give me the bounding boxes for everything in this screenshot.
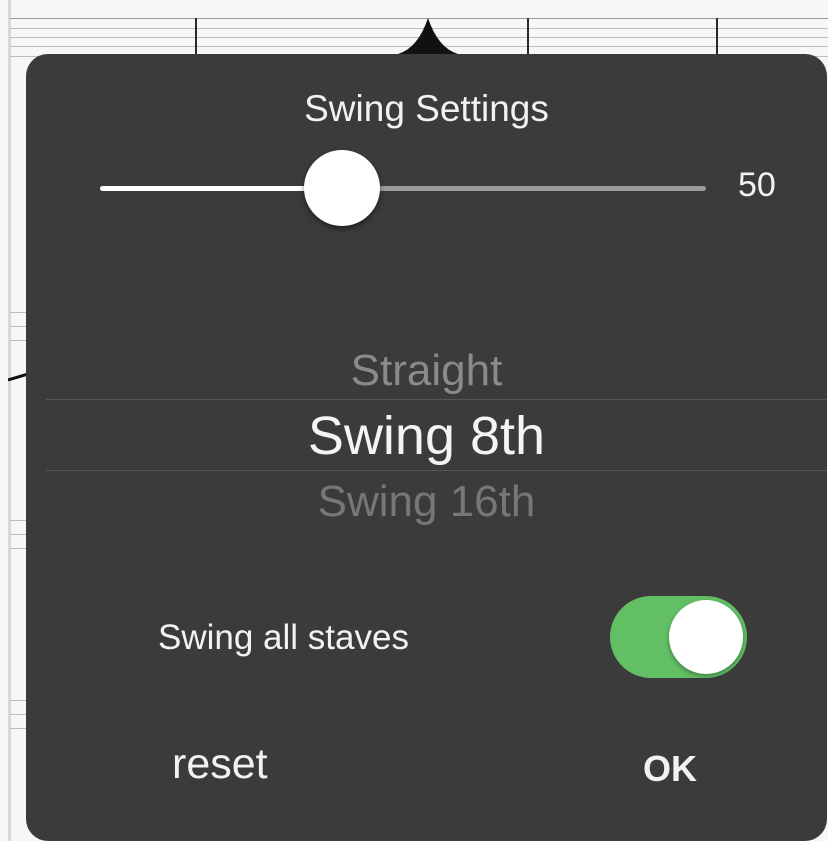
ok-button[interactable]: OK bbox=[643, 748, 697, 790]
swing-settings-popover: Swing Settings 50 Straight Swing 8th Swi… bbox=[26, 54, 827, 841]
barline bbox=[195, 18, 197, 56]
popover-arrow bbox=[398, 18, 458, 54]
picker-selection-line-top bbox=[46, 399, 827, 400]
slider-track-empty bbox=[342, 186, 706, 191]
barline bbox=[527, 18, 529, 56]
dialog-title: Swing Settings bbox=[304, 88, 549, 129]
swing-all-staves-label: Swing all staves bbox=[158, 618, 409, 657]
toggle-knob bbox=[669, 600, 743, 674]
swing-style-picker[interactable]: Straight Swing 8th Swing 16th bbox=[46, 339, 827, 539]
reset-button[interactable]: reset bbox=[172, 740, 268, 789]
note-stem-mark bbox=[8, 372, 28, 382]
picker-item[interactable]: Straight bbox=[46, 346, 807, 396]
swing-amount-slider[interactable] bbox=[100, 150, 712, 226]
picker-selection-line-bottom bbox=[46, 470, 827, 471]
picker-item-selected[interactable]: Swing 8th bbox=[46, 405, 807, 467]
slider-thumb[interactable] bbox=[304, 150, 381, 226]
picker-item[interactable]: Swing 16th bbox=[46, 477, 807, 527]
barline bbox=[716, 18, 718, 56]
swing-all-staves-toggle[interactable] bbox=[610, 596, 747, 678]
slider-value-label: 50 bbox=[738, 166, 776, 204]
